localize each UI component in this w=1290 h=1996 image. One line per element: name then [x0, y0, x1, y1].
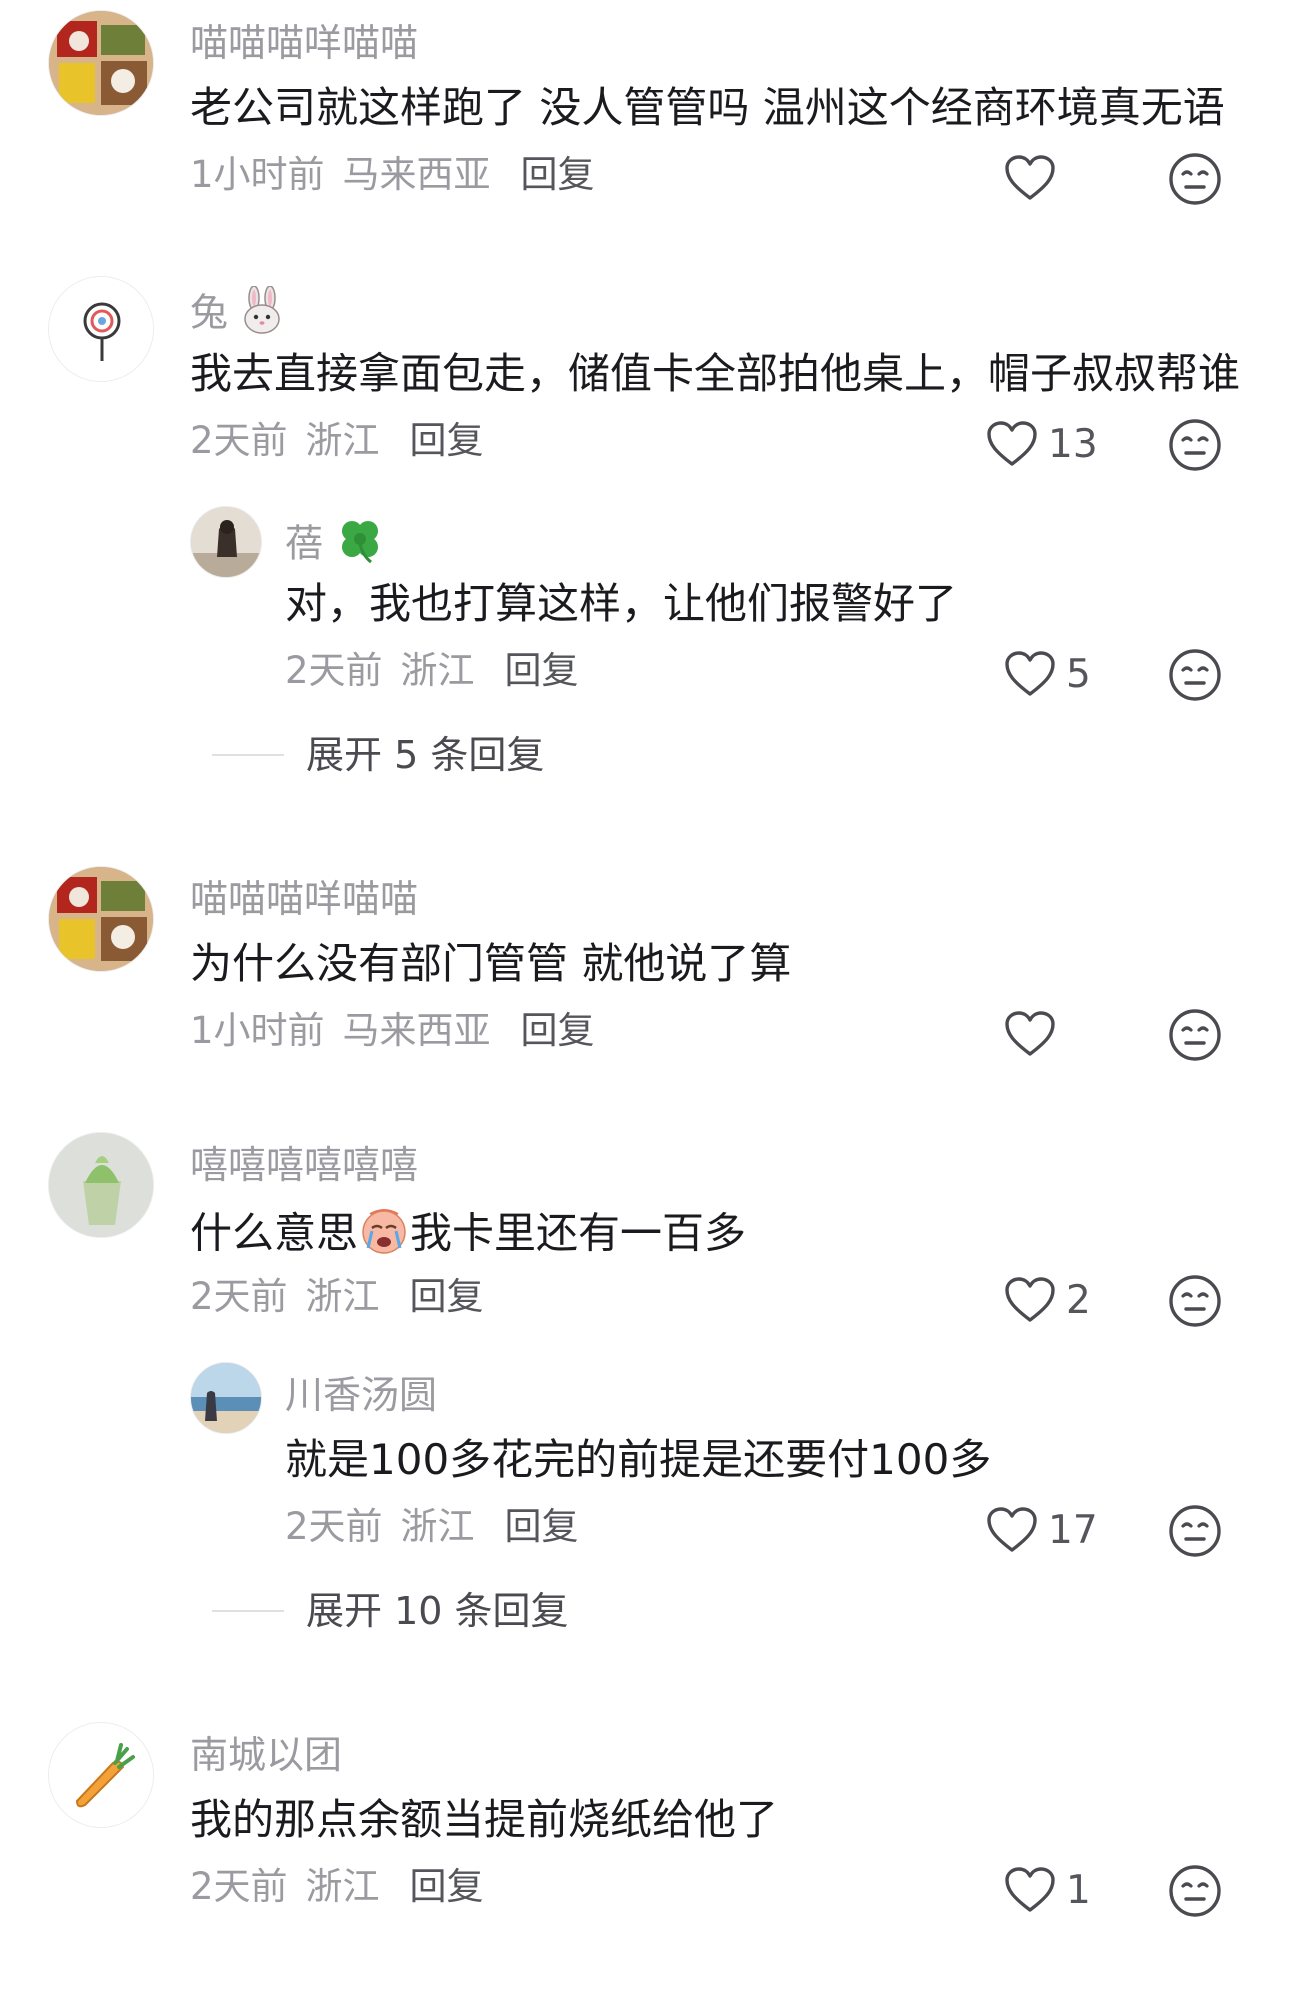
comment-meta: 2天前 浙江 回复 [190, 1274, 484, 1320]
username-text: 兔 [190, 290, 229, 335]
four-leaf-clover-icon [335, 516, 385, 576]
comment-meta: 2天前 浙江 回复 [190, 418, 484, 464]
username[interactable]: 嘻嘻嘻嘻嘻嘻 [190, 1142, 418, 1188]
reply-button[interactable]: 回复 [521, 153, 595, 196]
username[interactable]: 南城以团 [190, 1732, 342, 1778]
like-count: 5 [1066, 651, 1091, 697]
comment-meta: 2天前 浙江 回复 [285, 1504, 579, 1550]
avatar[interactable] [48, 1132, 154, 1238]
expand-replies-label: 展开 10 条回复 [306, 1589, 569, 1633]
like-button[interactable]: 2 [1004, 1272, 1114, 1328]
like-count: 2 [1066, 1277, 1091, 1323]
comment-location: 浙江 [305, 1275, 380, 1318]
like-button[interactable] [1004, 1006, 1114, 1062]
username[interactable]: 兔 [190, 285, 284, 344]
like-button[interactable]: 5 [1004, 646, 1114, 702]
reply-button[interactable]: 回复 [505, 1505, 579, 1548]
comment-time: 1小时前 [190, 153, 325, 196]
expand-replies-button[interactable]: 展开 10 条回复 [212, 1588, 569, 1634]
comment-text-part: 我卡里还有一百多 [410, 1208, 747, 1258]
reply-button[interactable]: 回复 [410, 1865, 484, 1908]
comment-meta: 1小时前 马来西亚 回复 [190, 152, 595, 198]
like-button[interactable]: 17 [986, 1502, 1098, 1558]
comment-text: 为什么没有部门管管 就他说了算 [190, 939, 792, 988]
comment-time: 2天前 [190, 1865, 288, 1908]
reply-button[interactable]: 回复 [410, 1275, 484, 1318]
neutral-face-icon[interactable] [1168, 1008, 1222, 1062]
heart-icon [986, 1506, 1038, 1554]
comment-time: 1小时前 [190, 1009, 325, 1052]
comment-time: 2天前 [190, 419, 288, 462]
like-count: 13 [1048, 421, 1098, 467]
rabbit-face-icon [240, 285, 284, 344]
like-button[interactable]: 13 [986, 416, 1098, 472]
comment-text: 我去直接拿面包走，储值卡全部拍他桌上，帽子叔叔帮谁 [190, 349, 1241, 398]
heart-icon [1004, 1866, 1056, 1914]
divider [212, 1610, 284, 1612]
reply-button[interactable]: 回复 [521, 1009, 595, 1052]
comment-location: 马来西亚 [342, 1009, 491, 1052]
comment-meta: 2天前 浙江 回复 [285, 648, 579, 694]
comment-location: 浙江 [305, 1865, 380, 1908]
comment-text: 我的那点余额当提前烧纸给他了 [190, 1795, 779, 1844]
comment-text: 什么意思 我卡里还有一百多 [190, 1204, 746, 1268]
comment-location: 马来西亚 [342, 153, 491, 196]
comment-text-part: 什么意思 [190, 1208, 359, 1258]
comment-text: 对，我也打算这样，让他们报警好了 [285, 579, 958, 628]
comment-time: 2天前 [285, 1505, 383, 1548]
like-count: 1 [1066, 1867, 1091, 1913]
divider [212, 754, 284, 756]
like-button[interactable]: 1 [1004, 1862, 1114, 1918]
username[interactable]: 喵喵喵咩喵喵 [190, 876, 418, 922]
heart-icon [1004, 154, 1056, 202]
heart-icon [1004, 1010, 1056, 1058]
username[interactable]: 蓓 [285, 516, 385, 576]
like-count: 17 [1048, 1507, 1098, 1553]
reply-button[interactable]: 回复 [410, 419, 484, 462]
avatar[interactable] [48, 866, 154, 972]
avatar[interactable] [48, 1722, 154, 1828]
crying-face-icon [358, 1204, 410, 1268]
comment-location: 浙江 [400, 1505, 475, 1548]
comment-location: 浙江 [305, 419, 380, 462]
neutral-face-icon[interactable] [1168, 418, 1222, 472]
expand-replies-label: 展开 5 条回复 [306, 733, 545, 777]
username[interactable]: 喵喵喵咩喵喵 [190, 20, 418, 66]
reply-button[interactable]: 回复 [505, 649, 579, 692]
neutral-face-icon[interactable] [1168, 1274, 1222, 1328]
neutral-face-icon[interactable] [1168, 152, 1222, 206]
neutral-face-icon[interactable] [1168, 1504, 1222, 1558]
neutral-face-icon[interactable] [1168, 1864, 1222, 1918]
expand-replies-button[interactable]: 展开 5 条回复 [212, 732, 544, 778]
neutral-face-icon[interactable] [1168, 648, 1222, 702]
heart-icon [1004, 1276, 1056, 1324]
comment-meta: 2天前 浙江 回复 [190, 1864, 484, 1910]
comment-location: 浙江 [400, 649, 475, 692]
heart-icon [986, 420, 1038, 468]
avatar[interactable] [48, 276, 154, 382]
like-button[interactable] [1004, 150, 1114, 206]
comment-text: 老公司就这样跑了 没人管管吗 温州这个经商环境真无语 [190, 83, 1225, 132]
comment-meta: 1小时前 马来西亚 回复 [190, 1008, 595, 1054]
avatar[interactable] [190, 506, 262, 578]
heart-icon [1004, 650, 1056, 698]
comment-time: 2天前 [285, 649, 383, 692]
comment-time: 2天前 [190, 1275, 288, 1318]
username[interactable]: 川香汤圆 [285, 1372, 437, 1418]
avatar[interactable] [48, 10, 154, 116]
comment-text: 就是100多花完的前提是还要付100多 [285, 1435, 992, 1484]
username-text: 蓓 [285, 521, 324, 566]
avatar[interactable] [190, 1362, 262, 1434]
